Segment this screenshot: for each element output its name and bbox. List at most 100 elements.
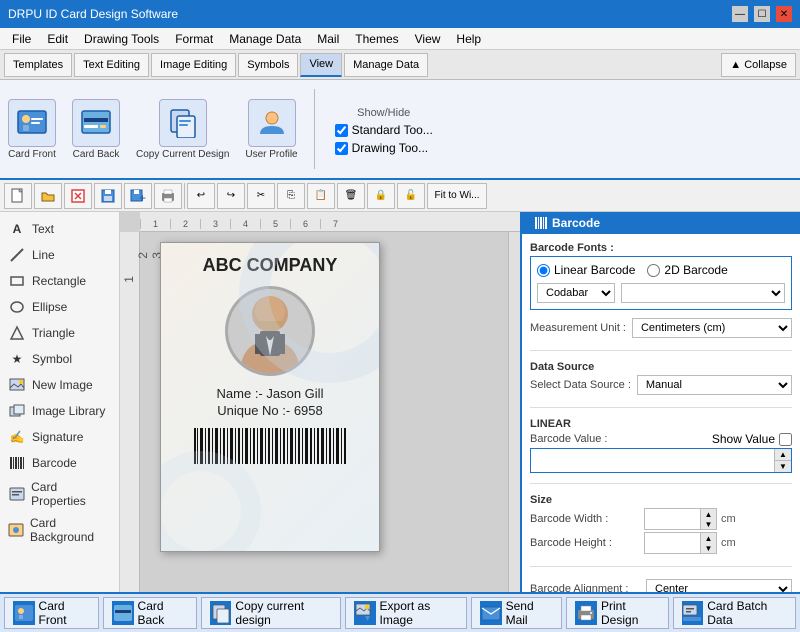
tool-card-background[interactable]: Card Background bbox=[0, 512, 119, 548]
data-source-select[interactable]: Manual Database CSV bbox=[637, 375, 792, 395]
tool-new-image[interactable]: New Image bbox=[0, 372, 119, 398]
bottom-copy-current[interactable]: Copy current design bbox=[201, 597, 341, 629]
menu-help[interactable]: Help bbox=[448, 30, 489, 48]
panel-tab-label: Barcode bbox=[552, 216, 600, 230]
bottom-export-label: Export as Image bbox=[380, 599, 459, 627]
measurement-select[interactable]: Centimeters (cm) Inches (in) Pixels (px) bbox=[632, 318, 792, 338]
tool-triangle[interactable]: Triangle bbox=[0, 320, 119, 346]
barcode-height-input[interactable]: 1.000 bbox=[645, 535, 700, 551]
standard-toolbar-check[interactable]: Standard Too... bbox=[335, 123, 433, 137]
minimize-button[interactable]: — bbox=[732, 6, 748, 22]
copy-button[interactable]: ⎘ bbox=[277, 183, 305, 209]
barcode-value-up[interactable]: ▲ bbox=[775, 449, 791, 460]
collapse-button[interactable]: ▲ Collapse bbox=[721, 53, 796, 77]
close-button[interactable]: ✕ bbox=[776, 6, 792, 22]
tool-image-library[interactable]: Image Library bbox=[0, 398, 119, 424]
linear-section: LINEAR Barcode Value : Show Value 632547… bbox=[530, 418, 792, 473]
menu-edit[interactable]: Edit bbox=[39, 30, 76, 48]
tool-rectangle-label: Rectangle bbox=[32, 274, 86, 288]
bottom-export[interactable]: Export as Image bbox=[345, 597, 467, 629]
tab-symbols[interactable]: Symbols bbox=[238, 53, 298, 77]
save-button[interactable] bbox=[94, 183, 122, 209]
linear-font-select[interactable]: Codabar Code 128 Code 39 EAN-13 bbox=[537, 283, 615, 303]
canvas-area[interactable]: 1 2 3 4 5 6 7 12345 ABC COMPANY bbox=[120, 212, 520, 592]
barcode-width-up[interactable]: ▲ bbox=[700, 509, 716, 519]
tool-line[interactable]: Line bbox=[0, 242, 119, 268]
menu-file[interactable]: File bbox=[4, 30, 39, 48]
show-value-checkbox[interactable] bbox=[779, 433, 792, 446]
tool-barcode[interactable]: Barcode bbox=[0, 450, 119, 476]
card-front-button[interactable] bbox=[8, 99, 56, 147]
standard-toolbar-checkbox[interactable] bbox=[335, 124, 348, 137]
tool-ellipse[interactable]: Ellipse bbox=[0, 294, 119, 320]
barcode-value-input-box: 6325471 ▲ ▼ bbox=[530, 448, 792, 473]
ruler-tick-5: 6 bbox=[290, 219, 320, 229]
barcode2d-option[interactable]: 2D Barcode bbox=[647, 263, 727, 277]
undo-button[interactable]: ↩ bbox=[187, 183, 215, 209]
barcode2d-font-select[interactable]: QR Code PDF417 bbox=[621, 283, 785, 303]
copy-current-design-button[interactable] bbox=[159, 99, 207, 147]
redo-button[interactable]: ↪ bbox=[217, 183, 245, 209]
barcode2d-radio[interactable] bbox=[647, 264, 660, 277]
tab-view[interactable]: View bbox=[300, 53, 342, 77]
print-button[interactable] bbox=[154, 183, 182, 209]
lock-button[interactable]: 🔒 bbox=[367, 183, 395, 209]
open-button[interactable] bbox=[34, 183, 62, 209]
tool-ellipse-label: Ellipse bbox=[32, 300, 67, 314]
triangle-icon bbox=[8, 324, 26, 342]
alignment-row: Barcode Alignment : Center Left Right bbox=[530, 579, 792, 592]
barcode-width-input[interactable]: 4.892 bbox=[645, 511, 700, 527]
card-back-button[interactable] bbox=[72, 99, 120, 147]
menu-manage-data[interactable]: Manage Data bbox=[221, 30, 309, 48]
bottom-send-mail[interactable]: Send Mail bbox=[471, 597, 562, 629]
bottom-card-batch[interactable]: Card Batch Data bbox=[673, 597, 796, 629]
linear-barcode-radio[interactable] bbox=[537, 264, 550, 277]
tool-signature[interactable]: ✍ Signature bbox=[0, 424, 119, 450]
tab-text-editing[interactable]: Text Editing bbox=[74, 53, 149, 77]
close-doc-button[interactable] bbox=[64, 183, 92, 209]
bottom-print[interactable]: Print Design bbox=[566, 597, 668, 629]
fit-to-window-button[interactable]: Fit to Wi... bbox=[427, 183, 487, 209]
barcode-height-up[interactable]: ▲ bbox=[700, 533, 716, 543]
paste-button[interactable]: 📋 bbox=[307, 183, 335, 209]
tab-templates[interactable]: Templates bbox=[4, 53, 72, 77]
user-profile-button[interactable] bbox=[248, 99, 296, 147]
barcode-width-spinbox: 4.892 ▲ ▼ bbox=[644, 508, 717, 530]
copy-current-design-label: Copy Current Design bbox=[136, 149, 229, 160]
drawing-toolbar-check[interactable]: Drawing Too... bbox=[335, 141, 433, 155]
menu-mail[interactable]: Mail bbox=[309, 30, 347, 48]
tool-card-properties[interactable]: Card Properties bbox=[0, 476, 119, 512]
linear-barcode-option[interactable]: Linear Barcode bbox=[537, 263, 635, 277]
menu-drawing-tools[interactable]: Drawing Tools bbox=[76, 30, 167, 48]
barcode-value-input[interactable]: 6325471 bbox=[531, 449, 774, 472]
alignment-select[interactable]: Center Left Right bbox=[646, 579, 792, 592]
barcode-height-down[interactable]: ▼ bbox=[700, 543, 716, 553]
new-button[interactable] bbox=[4, 183, 32, 209]
save-as-button[interactable]: + bbox=[124, 183, 152, 209]
delete-button[interactable]: 🗑 bbox=[337, 183, 365, 209]
barcode-width-down[interactable]: ▼ bbox=[700, 519, 716, 529]
panel-tab-barcode[interactable]: Barcode bbox=[522, 212, 800, 234]
tool-card-properties-label: Card Properties bbox=[31, 480, 111, 508]
bottom-print-label: Print Design bbox=[601, 599, 660, 627]
bottom-card-front-label: Card Front bbox=[39, 599, 90, 627]
cut-button[interactable]: ✂ bbox=[247, 183, 275, 209]
bottom-card-back[interactable]: Card Back bbox=[103, 597, 197, 629]
unlock-button[interactable]: 🔓 bbox=[397, 183, 425, 209]
bottom-card-front[interactable]: Card Front bbox=[4, 597, 99, 629]
maximize-button[interactable]: ☐ bbox=[754, 6, 770, 22]
drawing-toolbar-checkbox[interactable] bbox=[335, 142, 348, 155]
tool-text[interactable]: A Text bbox=[0, 216, 119, 242]
menu-view[interactable]: View bbox=[407, 30, 449, 48]
standard-toolbar-label: Standard Too... bbox=[352, 123, 433, 137]
tool-rectangle[interactable]: Rectangle bbox=[0, 268, 119, 294]
ruler-horizontal: 1 2 3 4 5 6 7 bbox=[140, 212, 520, 232]
id-card-canvas[interactable]: ABC COMPANY Name :- Jason Gill Unique No… bbox=[160, 242, 380, 552]
tool-symbol[interactable]: ★ Symbol bbox=[0, 346, 119, 372]
tab-manage-data[interactable]: Manage Data bbox=[344, 53, 428, 77]
barcode-value-down[interactable]: ▼ bbox=[775, 460, 791, 472]
canvas-scrollbar[interactable] bbox=[508, 232, 520, 592]
menu-format[interactable]: Format bbox=[167, 30, 221, 48]
menu-themes[interactable]: Themes bbox=[347, 30, 406, 48]
tab-image-editing[interactable]: Image Editing bbox=[151, 53, 236, 77]
